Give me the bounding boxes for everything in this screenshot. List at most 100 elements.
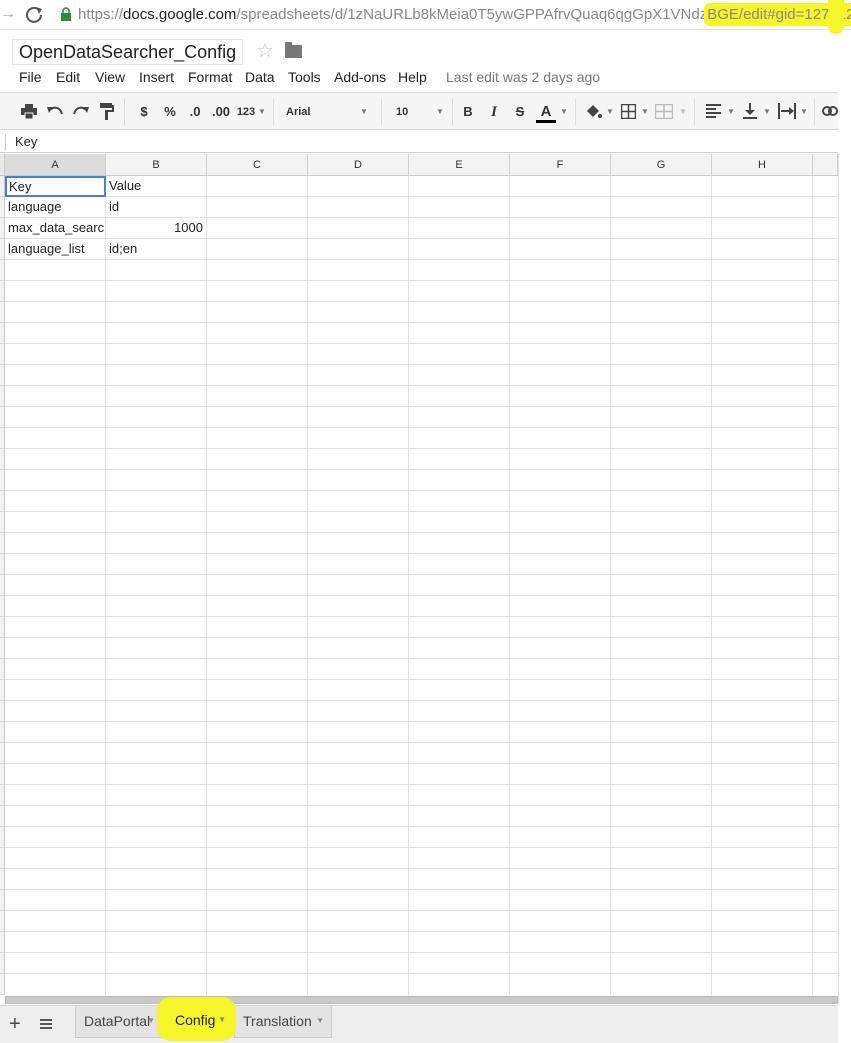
paint-format-icon[interactable] (100, 103, 114, 120)
row-header[interactable] (0, 281, 5, 302)
row-header[interactable] (0, 764, 5, 785)
vertical-align-dropdown-icon[interactable]: ▼ (763, 102, 771, 122)
column-header-g[interactable]: G (611, 154, 712, 176)
increase-decimal-button[interactable]: .00 (210, 102, 232, 122)
row-header[interactable] (0, 680, 5, 701)
row-header[interactable] (0, 932, 5, 953)
percent-format-button[interactable]: % (163, 102, 177, 122)
fill-color-dropdown-icon[interactable]: ▼ (606, 102, 614, 122)
menu-help[interactable]: Help (398, 68, 427, 86)
print-icon[interactable] (21, 104, 37, 119)
column-header-c[interactable]: C (207, 154, 308, 176)
number-format-dropdown-icon[interactable]: ▼ (258, 102, 266, 122)
horizontal-scrollbar[interactable] (5, 996, 838, 1004)
text-color-dropdown-icon[interactable]: ▼ (560, 102, 568, 122)
menu-tools[interactable]: Tools (288, 68, 321, 86)
menu-edit[interactable]: Edit (56, 68, 80, 86)
row-header[interactable] (0, 344, 5, 365)
vertical-align-icon[interactable] (743, 103, 757, 119)
row-header[interactable] (0, 617, 5, 638)
sheet-tab-translation[interactable]: Translation ▼ (234, 1006, 332, 1038)
document-title[interactable]: OpenDataSearcher_Config (12, 39, 244, 65)
row-header[interactable] (0, 428, 5, 449)
row-header[interactable] (0, 806, 5, 827)
address-field[interactable]: https://docs.google.com/spreadsheets/d/1… (78, 5, 851, 25)
vertical-scrollbar[interactable] (838, 154, 851, 1004)
cell-a3[interactable]: max_data_searc (5, 218, 106, 239)
italic-button[interactable]: I (487, 102, 501, 122)
cell-a4[interactable]: language_list (5, 239, 106, 260)
font-size-dropdown-icon[interactable]: ▼ (436, 102, 444, 122)
row-header[interactable] (0, 911, 5, 932)
row-header[interactable] (0, 974, 5, 995)
row-header[interactable] (0, 848, 5, 869)
decrease-decimal-button[interactable]: .0 (186, 102, 204, 122)
row-header[interactable] (0, 533, 5, 554)
row-header[interactable] (0, 470, 5, 491)
menu-addons[interactable]: Add-ons (334, 68, 386, 86)
row-header[interactable] (0, 953, 5, 974)
borders-dropdown-icon[interactable]: ▼ (641, 102, 649, 122)
sheet-tab-dropdown-icon[interactable]: ▼ (218, 1005, 226, 1035)
text-wrapping-icon[interactable] (778, 103, 796, 119)
redo-icon[interactable] (72, 104, 90, 118)
row-header[interactable] (0, 638, 5, 659)
sheet-tab-dataportal[interactable]: DataPortal ▼ (75, 1006, 163, 1038)
row-header[interactable] (0, 407, 5, 428)
strikethrough-button[interactable]: S (513, 102, 527, 122)
font-dropdown-icon[interactable]: ▼ (360, 102, 368, 122)
spreadsheet-grid[interactable]: A B C D E F G H Key Value language id ma… (0, 154, 838, 995)
horizontal-align-icon[interactable] (706, 104, 721, 118)
bold-button[interactable]: B (461, 102, 475, 122)
row-header[interactable] (0, 701, 5, 722)
cell-b4[interactable]: id;en (106, 239, 207, 260)
row-header[interactable] (0, 554, 5, 575)
cell-b1[interactable]: Value (106, 176, 207, 197)
column-header-partial[interactable] (813, 154, 838, 176)
sheet-tab-dropdown-icon[interactable]: ▼ (147, 1006, 155, 1036)
row-header[interactable] (0, 365, 5, 386)
forward-arrow-icon[interactable]: → (0, 5, 16, 23)
row-header[interactable] (0, 386, 5, 407)
sheet-tab-config[interactable]: Config ▼ (166, 1005, 234, 1037)
menu-data[interactable]: Data (245, 68, 275, 86)
row-header[interactable] (0, 659, 5, 680)
formula-input[interactable]: Key (15, 133, 37, 151)
number-format-button[interactable]: 123 (236, 102, 256, 122)
merge-dropdown-icon[interactable]: ▼ (679, 102, 687, 122)
insert-link-icon[interactable] (822, 106, 838, 116)
row-header[interactable] (0, 575, 5, 596)
column-header-a[interactable]: A (5, 154, 106, 176)
row-header[interactable] (0, 785, 5, 806)
column-header-h[interactable]: H (712, 154, 813, 176)
all-sheets-menu-icon[interactable] (40, 1019, 52, 1029)
row-header[interactable] (0, 260, 5, 281)
row-header[interactable] (0, 302, 5, 323)
cell-a1[interactable]: Key (5, 176, 106, 197)
row-header[interactable] (0, 827, 5, 848)
menu-insert[interactable]: Insert (139, 68, 174, 86)
column-header-f[interactable]: F (510, 154, 611, 176)
row-header[interactable] (0, 743, 5, 764)
menu-format[interactable]: Format (188, 68, 232, 86)
row-header[interactable] (0, 890, 5, 911)
horizontal-align-dropdown-icon[interactable]: ▼ (727, 102, 735, 122)
currency-format-button[interactable]: $ (138, 102, 150, 122)
row-header[interactable] (0, 449, 5, 470)
row-header[interactable] (0, 869, 5, 890)
star-icon[interactable]: ☆ (256, 40, 274, 62)
menu-view[interactable]: View (95, 68, 125, 86)
cell-a2[interactable]: language (5, 197, 106, 218)
row-header[interactable] (0, 596, 5, 617)
row-header[interactable] (0, 491, 5, 512)
borders-icon[interactable] (621, 104, 636, 119)
cell-b2[interactable]: id (106, 197, 207, 218)
row-header[interactable] (0, 512, 5, 533)
row-header[interactable] (0, 722, 5, 743)
add-sheet-icon[interactable]: + (9, 1014, 21, 1034)
last-edit-status[interactable]: Last edit was 2 days ago (446, 68, 600, 86)
fill-color-icon[interactable] (584, 103, 602, 121)
sheet-tab-dropdown-icon[interactable]: ▼ (316, 1006, 324, 1036)
row-header[interactable] (0, 323, 5, 344)
column-header-e[interactable]: E (409, 154, 510, 176)
